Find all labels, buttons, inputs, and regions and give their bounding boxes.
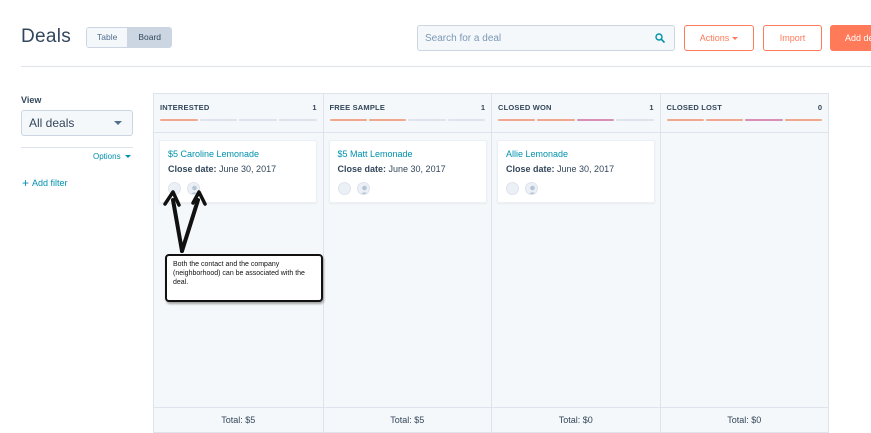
column-free-sample: FREE SAMPLE 1 $5 Matt Lemonade Close dat…: [322, 94, 491, 432]
column-count: 1: [312, 103, 317, 112]
caret-down-icon: [124, 155, 131, 159]
stage-progress-bar: [666, 119, 822, 121]
search-box: [417, 25, 675, 51]
view-select-value: All deals: [29, 116, 75, 130]
company-avatar-icon[interactable]: [506, 182, 519, 195]
view-label: View: [21, 95, 42, 105]
column-total: Total: $5: [323, 407, 491, 432]
column-header: FREE SAMPLE 1: [323, 94, 491, 133]
plus-icon: +: [22, 176, 30, 190]
page-title: Deals: [21, 26, 72, 47]
annotation-callout: Both the contact and the company (neighb…: [165, 254, 323, 302]
view-toggle: Table Board: [86, 27, 173, 48]
deal-close-date: Close date: June 30, 2017: [168, 164, 277, 174]
sidebar-divider: [21, 147, 133, 148]
deal-close-date: Close date: June 30, 2017: [506, 164, 615, 174]
search-icon[interactable]: [655, 33, 665, 43]
options-link[interactable]: Options: [93, 152, 131, 161]
deal-card[interactable]: Allie Lemonade Close date: June 30, 2017: [497, 140, 655, 203]
stage-progress-bar: [160, 119, 317, 121]
column-title: INTERESTED: [160, 103, 210, 112]
column-count: 1: [480, 103, 485, 112]
column-header: CLOSED LOST 0: [660, 94, 828, 133]
add-filter-label: Add filter: [32, 178, 68, 188]
options-label: Options: [93, 152, 121, 161]
column-total: Total: $0: [660, 407, 828, 432]
column-title: CLOSED LOST: [666, 103, 723, 112]
column-title: FREE SAMPLE: [329, 103, 386, 112]
import-button[interactable]: Import: [763, 25, 822, 51]
deal-name-link[interactable]: $5 Matt Lemonade: [338, 149, 413, 159]
column-total: Total: $5: [154, 407, 323, 432]
table-view-button[interactable]: Table: [87, 28, 128, 47]
stage-progress-bar: [329, 119, 485, 121]
add-deal-button[interactable]: Add deal: [830, 25, 871, 51]
caret-down-icon: [732, 37, 739, 41]
contact-avatar-icon[interactable]: [356, 182, 370, 195]
column-header: INTERESTED 1: [154, 94, 323, 133]
column-title: CLOSED WON: [498, 103, 552, 112]
chevron-down-icon: [114, 121, 122, 125]
column-header: CLOSED WON 1: [492, 94, 660, 133]
stage-progress-bar: [498, 119, 654, 121]
column-count: 0: [817, 103, 822, 112]
actions-button[interactable]: Actions: [684, 25, 754, 51]
column-closed-lost: CLOSED LOST 0 Total: $0: [659, 94, 828, 432]
company-avatar-icon[interactable]: [337, 182, 351, 195]
column-count: 1: [649, 103, 654, 112]
board-view-button[interactable]: Board: [127, 28, 172, 47]
actions-label: Actions: [699, 33, 730, 43]
deal-name-link[interactable]: $5 Caroline Lemonade: [168, 149, 259, 159]
column-closed-won: CLOSED WON 1 Allie Lemonade Close date: …: [491, 94, 660, 432]
search-input[interactable]: [418, 26, 638, 50]
deal-name-link[interactable]: Allie Lemonade: [506, 149, 568, 159]
view-select[interactable]: All deals: [21, 110, 133, 136]
column-total: Total: $0: [492, 407, 660, 432]
header-divider: [21, 66, 871, 67]
deal-close-date: Close date: June 30, 2017: [337, 164, 446, 174]
deal-card[interactable]: $5 Matt Lemonade Close date: June 30, 20…: [328, 140, 487, 203]
annotation-arrows: [163, 190, 207, 253]
contact-avatar-icon[interactable]: [525, 182, 538, 195]
add-filter-link[interactable]: + Add filter: [22, 176, 68, 190]
